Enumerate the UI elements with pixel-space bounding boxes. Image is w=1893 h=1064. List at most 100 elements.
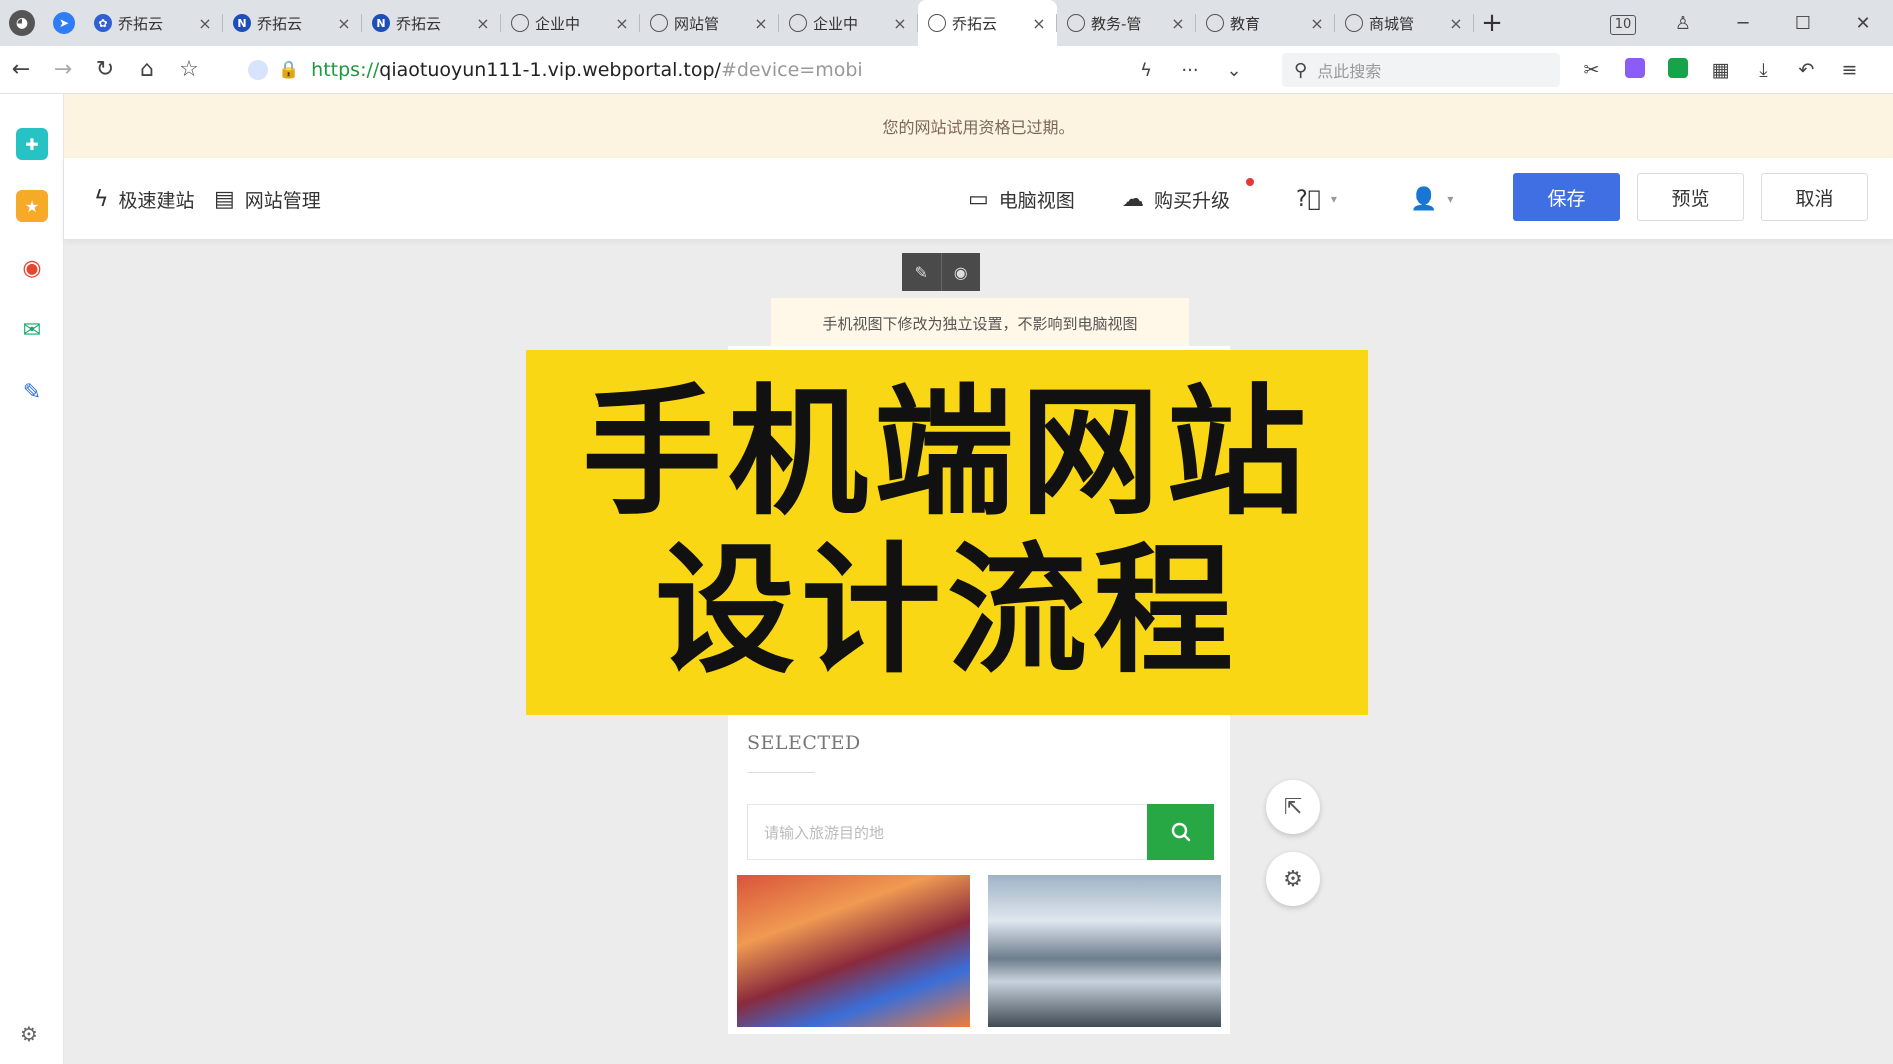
home-icon[interactable]: ⌂	[126, 46, 168, 94]
star-icon[interactable]: ★	[16, 190, 48, 222]
menu-icon[interactable]: ≡	[1828, 59, 1871, 81]
close-icon[interactable]: ×	[336, 14, 352, 33]
reload-icon[interactable]: ↻	[84, 46, 126, 94]
lightning-icon[interactable]: ϟ	[1124, 60, 1168, 81]
mail-icon[interactable]: ✉	[16, 314, 48, 346]
close-icon[interactable]: ×	[892, 14, 908, 33]
extension-icons: ✂ ▦ ⤓ ↶ ≡	[1570, 46, 1871, 94]
eye-icon[interactable]: ◉	[940, 253, 981, 291]
close-icon[interactable]: ×	[1448, 14, 1464, 33]
tab[interactable]: 教务-管 ×	[1057, 0, 1196, 46]
preview-button[interactable]: 预览	[1637, 173, 1744, 221]
notes-icon[interactable]: ✎	[16, 376, 48, 408]
caret-icon: ▾	[1330, 192, 1337, 206]
tab-label: 商城管	[1369, 14, 1415, 33]
notification-dot	[1246, 178, 1254, 186]
tab[interactable]: 教育 ×	[1196, 0, 1335, 46]
url-text[interactable]: https://qiaotuoyun111-1.vip.webportal.to…	[311, 59, 863, 81]
globe-icon	[1206, 14, 1224, 32]
plugin-icon[interactable]: ✚	[16, 128, 48, 160]
help-button[interactable]: ?⃝ ▾	[1296, 158, 1337, 240]
mountain-photo[interactable]	[988, 875, 1221, 1027]
pinned-tab[interactable]: ➤	[44, 0, 84, 46]
back-icon[interactable]: ←	[0, 46, 42, 94]
new-tab-button[interactable]: +	[1474, 0, 1510, 46]
forward-icon[interactable]: →	[42, 46, 84, 94]
apps-grid-icon[interactable]: ▦	[1699, 59, 1742, 81]
quick-build-button[interactable]: ϟ 极速建站	[94, 158, 195, 240]
browser-logo-icon: ◕	[9, 10, 35, 36]
edit-pencil-icon[interactable]: ✎	[902, 253, 941, 291]
tab[interactable]: N 乔拓云 ×	[223, 0, 362, 46]
section-divider	[747, 772, 815, 773]
close-icon[interactable]: ×	[753, 14, 769, 33]
tab-label: 企业中	[535, 14, 581, 33]
address-bar-actions: ϟ ··· ⌄	[1124, 52, 1256, 88]
undo-icon[interactable]: ↶	[1785, 59, 1828, 81]
close-icon[interactable]: ×	[1170, 14, 1186, 33]
more-icon[interactable]: ···	[1168, 60, 1212, 81]
site-manage-button[interactable]: ▤ 网站管理	[214, 158, 321, 240]
browser-search-box[interactable]: ⚲ 点此搜索	[1282, 53, 1560, 87]
translate-icon[interactable]	[1613, 57, 1656, 83]
chevron-down-icon[interactable]: ⌄	[1212, 60, 1256, 81]
tab[interactable]: 商城管 ×	[1335, 0, 1474, 46]
mobile-view-hint: 手机视图下修改为独立设置，不影响到电脑视图	[771, 298, 1189, 348]
buy-upgrade-label: 购买升级	[1154, 189, 1231, 212]
module-toolbar: ✎ ◉	[902, 253, 980, 291]
search-icon	[1171, 822, 1190, 842]
browser-logo[interactable]: ◕	[0, 0, 44, 46]
tab[interactable]: 网站管 ×	[640, 0, 779, 46]
destination-search-button[interactable]	[1147, 804, 1214, 860]
close-icon[interactable]: ×	[1031, 14, 1047, 33]
globe-icon	[1067, 14, 1085, 32]
globe-icon	[650, 14, 668, 32]
weibo-icon[interactable]: ◉	[16, 252, 48, 284]
share-icon: ⇱	[1283, 794, 1303, 820]
tab[interactable]: N 乔拓云 ×	[362, 0, 501, 46]
user-menu-button[interactable]: 👤 ▾	[1410, 158, 1453, 240]
destination-search-input[interactable]: 请输入旅游目的地	[747, 804, 1149, 860]
tab-active[interactable]: 乔拓云 ×	[918, 0, 1057, 46]
section-title: SELECTED	[747, 732, 861, 754]
globe-icon	[511, 14, 529, 32]
close-icon[interactable]: ×	[475, 14, 491, 33]
pc-view-button[interactable]: ▭ 电脑视图	[968, 158, 1075, 240]
user-icon: 👤	[1410, 186, 1438, 212]
wechat-icon[interactable]	[1656, 57, 1699, 83]
tab[interactable]: ✿ 乔拓云 ×	[84, 0, 223, 46]
tab-label: 网站管	[674, 14, 720, 33]
tab-label: 教育	[1230, 14, 1261, 33]
editor-toolbar: ϟ 极速建站 ▤ 网站管理 ▭ 电脑视图 ☁ 购买升级 ?⃝ ▾ 👤 ▾ 保存 预览 取消	[64, 158, 1893, 240]
gear-icon: ⚙	[1283, 866, 1303, 892]
maximize-icon[interactable]: ☐	[1773, 13, 1833, 34]
paw-icon: ✿	[94, 14, 112, 32]
close-icon[interactable]: ×	[1309, 14, 1325, 33]
download-icon[interactable]: ⤓	[1742, 59, 1785, 81]
minimize-icon[interactable]: ─	[1713, 13, 1773, 34]
address-bar[interactable]: 🔒 https://qiaotuoyun111-1.vip.webportal.…	[236, 52, 1256, 88]
close-icon[interactable]: ×	[197, 14, 213, 33]
tab[interactable]: 企业中 ×	[501, 0, 640, 46]
cancel-button[interactable]: 取消	[1761, 173, 1868, 221]
tab[interactable]: 企业中 ×	[779, 0, 918, 46]
save-button[interactable]: 保存	[1513, 173, 1620, 221]
favorites-icon[interactable]: ☆	[168, 46, 210, 94]
settings-button[interactable]: ⚙	[1266, 852, 1320, 906]
close-icon[interactable]: ×	[614, 14, 630, 33]
buy-upgrade-button[interactable]: ☁ 购买升级	[1122, 158, 1230, 240]
skin-icon[interactable]: ♙	[1653, 13, 1713, 34]
lightning-icon: ϟ	[94, 186, 109, 212]
tab-count-button[interactable]: 10	[1593, 12, 1653, 35]
gear-icon[interactable]: ⚙	[20, 1022, 38, 1046]
globe-icon	[1345, 14, 1363, 32]
trial-expired-notice: 您的网站试用资格已过期。	[64, 94, 1893, 158]
globe-icon	[928, 14, 946, 32]
scissors-icon[interactable]: ✂	[1570, 59, 1613, 81]
browser-toolbar: ← → ↻ ⌂ ☆ 🔒 https://qiaotuoyun111-1.vip.…	[0, 46, 1893, 94]
monitor-icon: ▭	[968, 186, 989, 212]
pc-view-label: 电脑视图	[998, 189, 1075, 212]
canyon-photo[interactable]	[737, 875, 970, 1027]
share-button[interactable]: ⇱	[1266, 780, 1320, 834]
window-close-icon[interactable]: ✕	[1833, 13, 1893, 34]
